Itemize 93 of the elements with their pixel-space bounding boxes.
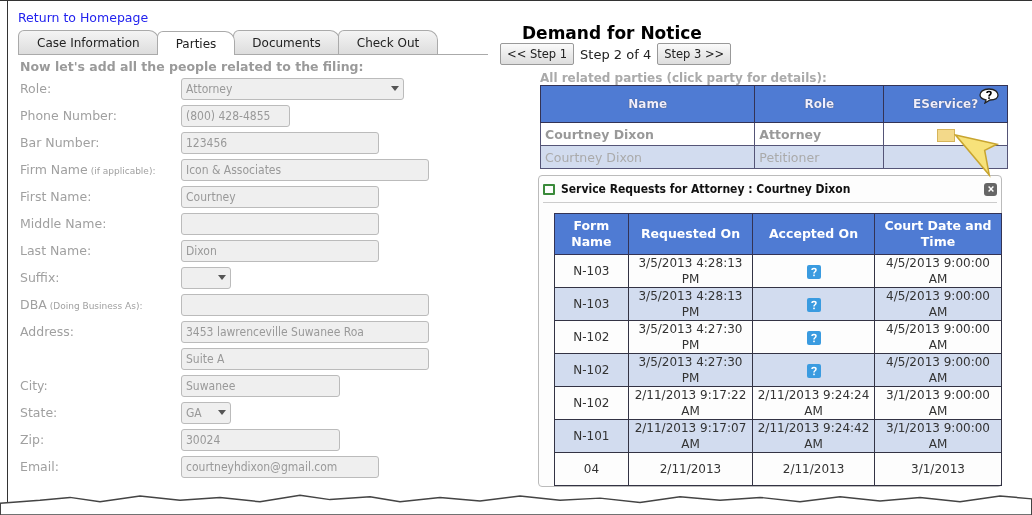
table-cell: 3/1/2013	[874, 452, 1002, 486]
table-cell: 2/11/2013 9:17:22 AM	[628, 386, 753, 420]
party-name: Courtney Dixon	[540, 122, 755, 146]
help-icon[interactable]	[806, 363, 821, 378]
input-field[interactable]	[181, 212, 379, 235]
table-cell: 3/1/2013 9:00:00 AM	[874, 419, 1002, 453]
table-cell: 2/11/2013	[752, 452, 875, 486]
field-label: Middle Name:	[20, 216, 107, 231]
next-step-button[interactable]: Step 3 >>	[657, 43, 732, 65]
tab[interactable]: Check Out	[337, 30, 439, 54]
envelope-icon[interactable]	[936, 128, 955, 142]
field-label: Role:	[20, 81, 52, 96]
table-cell: N-101	[554, 419, 629, 453]
column-header: Requested On	[628, 213, 753, 255]
help-icon[interactable]	[806, 264, 821, 279]
form-heading: Now let's add all the people related to the filing:	[20, 59, 365, 74]
field-label: DBA	[20, 297, 47, 312]
party-name: Courtney Dixon	[540, 145, 755, 169]
field-label: Zip:	[20, 432, 45, 447]
party-role: Petitioner	[754, 145, 884, 169]
input-field[interactable]: Suwanee	[181, 374, 340, 397]
dropdown[interactable]: GA	[181, 401, 231, 424]
field-label: Last Name:	[20, 243, 92, 258]
close-button[interactable]	[984, 182, 997, 196]
window-icon	[543, 183, 555, 195]
homepage-link[interactable]: Return to Homepage	[18, 10, 149, 25]
field-note: (if applicable):	[90, 166, 156, 176]
table-cell: N-103	[554, 254, 629, 288]
column-header: Court Date and Time	[874, 213, 1002, 255]
field-label: First Name:	[20, 189, 92, 204]
column-header: Form Name	[554, 213, 629, 255]
table-cell: 4/5/2013 9:00:00 AM	[874, 353, 1002, 387]
field-label: Address:	[20, 324, 74, 339]
dropdown[interactable]	[181, 266, 231, 289]
input-field[interactable]	[181, 293, 429, 316]
field-label: Firm Name	[20, 162, 88, 177]
party-row[interactable]: Courtney Dixon Petitioner	[540, 145, 1008, 169]
column-header: EService?	[913, 97, 979, 111]
party-row[interactable]: Courtney Dixon Attorney	[540, 122, 1008, 146]
caret-icon	[218, 410, 226, 415]
table-cell: 2/11/2013 9:24:24 AM	[752, 386, 875, 420]
table-cell: 3/5/2013 4:28:13 PM	[628, 254, 753, 288]
field-label: Email:	[20, 459, 59, 474]
step-indicator: Step 2 of 4	[580, 46, 652, 62]
table-cell: 3/5/2013 4:28:13 PM	[628, 287, 753, 321]
input-field[interactable]: courtneyhdixon@gmail.com	[181, 455, 379, 478]
previous-step-button[interactable]: << Step 1	[500, 43, 575, 65]
table-cell: 2/11/2013 9:24:42 AM	[752, 419, 875, 453]
dialog-title: Service Requests for Attorney : Courtney Dixon	[561, 182, 852, 196]
input-field[interactable]: 3453 lawrenceville Suwanee Roa	[181, 320, 429, 343]
table-cell: 4/5/2013 9:00:00 AM	[874, 254, 1002, 288]
table-cell: 2/11/2013	[628, 452, 753, 486]
tab[interactable]: Parties	[156, 31, 236, 55]
callout-arrow-drawing	[954, 132, 1000, 178]
table-cell: N-102	[554, 320, 629, 354]
help-bubble-icon[interactable]	[979, 88, 999, 104]
dropdown[interactable]: Attorney	[181, 77, 404, 100]
caret-icon	[391, 86, 399, 91]
table-cell: 3/5/2013 4:27:30 PM	[628, 353, 753, 387]
table-cell: N-102	[554, 353, 629, 387]
table-cell: 3/5/2013 4:27:30 PM	[628, 320, 753, 354]
column-header: Name	[540, 85, 755, 123]
tab[interactable]: Documents	[233, 30, 340, 54]
page-title: Demand for Notice	[522, 23, 703, 43]
party-role: Attorney	[754, 122, 884, 146]
table-cell: 04	[554, 452, 629, 486]
field-label: Bar Number:	[20, 135, 100, 150]
table-cell: 3/1/2013 9:00:00 AM	[874, 386, 1002, 420]
table-cell: N-102	[554, 386, 629, 420]
table-cell: 4/5/2013 9:00:00 AM	[874, 287, 1002, 321]
close-icon	[986, 185, 995, 193]
field-label: State:	[20, 405, 58, 420]
input-field[interactable]: Suite A	[181, 347, 429, 370]
input-field[interactable]: 30024	[181, 428, 340, 451]
field-note: (Doing Business As):	[49, 301, 143, 311]
tab[interactable]: Case Information	[18, 30, 159, 54]
input-field[interactable]: Dixon	[181, 239, 379, 262]
field-label: Suffix:	[20, 270, 60, 285]
help-icon[interactable]	[806, 330, 821, 345]
input-field[interactable]: Courtney	[181, 185, 379, 208]
table-cell: 2/11/2013 9:17:07 AM	[628, 419, 753, 453]
column-header: Role	[754, 85, 884, 123]
table-cell: N-103	[554, 287, 629, 321]
field-label: Phone Number:	[20, 108, 117, 123]
caret-icon	[218, 275, 226, 280]
help-icon[interactable]	[806, 297, 821, 312]
input-field[interactable]: (800) 428-4855	[181, 104, 290, 127]
input-field[interactable]: 123456	[181, 131, 379, 154]
field-label: City:	[20, 378, 48, 393]
input-field[interactable]: Icon & Associates	[181, 158, 429, 181]
table-cell: 4/5/2013 9:00:00 AM	[874, 320, 1002, 354]
parties-caption: All related parties (click party for details):	[540, 71, 828, 85]
column-header: Accepted On	[752, 213, 875, 255]
